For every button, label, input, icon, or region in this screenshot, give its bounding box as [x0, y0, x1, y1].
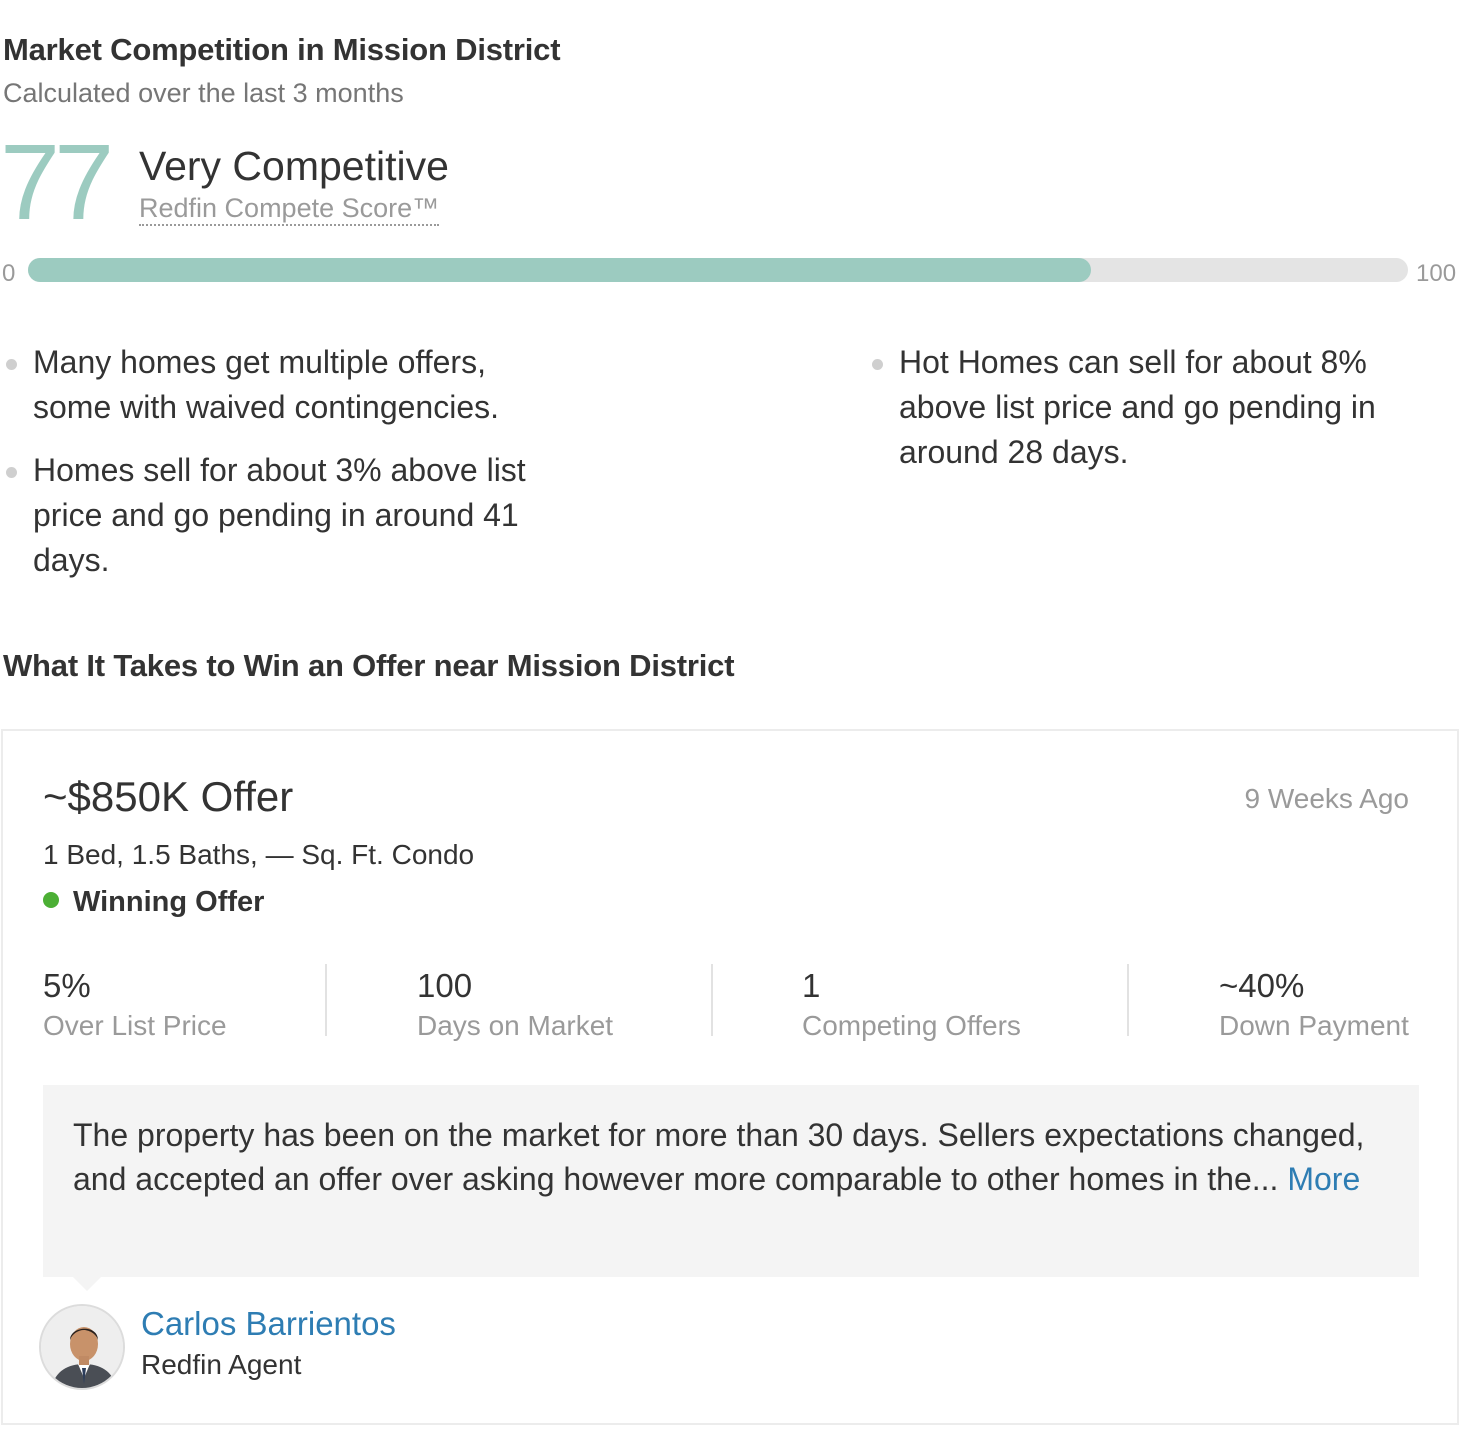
agent-quote: The property has been on the market for … — [43, 1085, 1419, 1277]
stat-days-on-market: 100 Days on Market — [417, 966, 613, 1042]
bullet-dot-icon — [6, 467, 17, 478]
offer-date: 9 Weeks Ago — [1244, 783, 1409, 814]
agent-quote-text: The property has been on the market for … — [73, 1117, 1365, 1197]
compete-score-info-link[interactable]: Redfin Compete Score™ — [139, 192, 440, 226]
score-bar-fill — [28, 258, 1091, 282]
score-bar-track — [28, 258, 1408, 282]
agent-avatar[interactable] — [39, 1304, 125, 1390]
stat-down-payment: ~40% Down Payment — [1219, 966, 1409, 1042]
stat-over-list-price: 5% Over List Price — [43, 966, 227, 1042]
stat-value: 1 — [802, 967, 821, 1004]
competition-bullet: Hot Homes can sell for about 8% above li… — [869, 340, 1409, 475]
more-link[interactable]: More — [1287, 1161, 1360, 1197]
market-competition-title: Market Competition in Mission District — [3, 32, 561, 67]
quote-tail — [73, 1277, 101, 1291]
offer-status: Winning Offer — [43, 886, 264, 919]
stat-divider — [711, 964, 713, 1036]
stat-label: Over List Price — [43, 1010, 227, 1041]
competition-bullet: Homes sell for about 3% above list price… — [3, 448, 563, 583]
compete-score-number: 77 — [0, 121, 114, 242]
market-competition-subtitle: Calculated over the last 3 months — [3, 78, 404, 108]
stat-label: Days on Market — [417, 1010, 614, 1041]
agent-photo-icon — [41, 1306, 123, 1388]
stat-value: 5% — [43, 967, 91, 1004]
offer-card: ~$850K Offer 9 Weeks Ago 1 Bed, 1.5 Bath… — [1, 729, 1459, 1425]
stat-value: 100 — [417, 967, 473, 1004]
stat-value: ~40% — [1219, 967, 1305, 1004]
stat-label: Competing Offers — [802, 1010, 1021, 1041]
competition-bullets-left: Many homes get multiple offers, some wit… — [3, 340, 563, 601]
score-bar-max: 100 — [1416, 260, 1457, 287]
stat-divider — [1127, 964, 1129, 1036]
agent-name-link[interactable]: Carlos Barrientos — [141, 1305, 396, 1343]
stat-competing-offers: 1 Competing Offers — [802, 966, 1021, 1042]
score-bar-min: 0 — [2, 260, 16, 287]
offer-amount: ~$850K Offer — [43, 773, 294, 820]
bullet-dot-icon — [872, 359, 883, 370]
competition-bullets-right: Hot Homes can sell for about 8% above li… — [869, 340, 1409, 493]
stat-label: Down Payment — [1219, 1010, 1409, 1041]
offer-property-details: 1 Bed, 1.5 Baths, — Sq. Ft. Condo — [43, 839, 475, 870]
agent-role: Redfin Agent — [141, 1349, 302, 1380]
win-offer-title: What It Takes to Win an Offer near Missi… — [3, 648, 735, 683]
compete-score-label: Very Competitive — [139, 143, 449, 189]
status-dot-icon — [43, 892, 59, 908]
bullet-dot-icon — [6, 359, 17, 370]
competition-bullet: Many homes get multiple offers, some wit… — [3, 340, 563, 430]
stat-divider — [325, 964, 327, 1036]
